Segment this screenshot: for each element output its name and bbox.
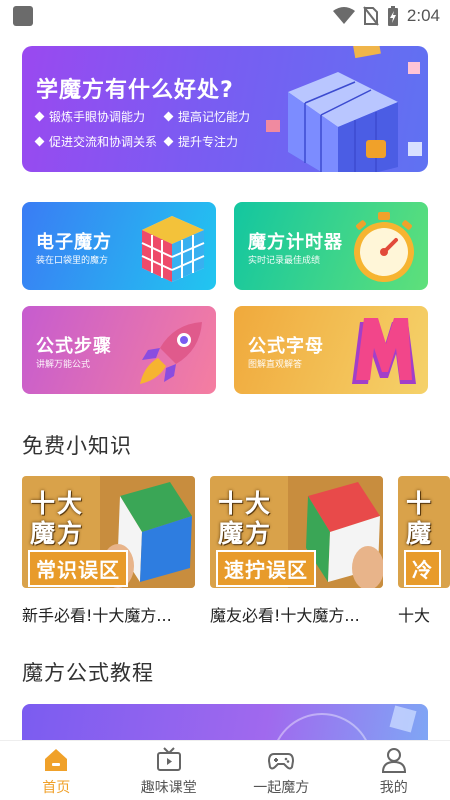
banner-point: 促进交流和协调关系 (34, 133, 158, 150)
tv-icon (156, 747, 181, 771)
thumbnail-strip: 冷 (404, 550, 441, 587)
banner-title: 学魔方有什么好处? (36, 78, 234, 103)
status-bar: 2:04 (0, 0, 450, 32)
feature-card-timer[interactable]: 魔方计时器 实时记录最佳成绩 (234, 202, 428, 290)
video-caption[interactable]: 新手必看!十大魔方... (22, 602, 197, 626)
benefits-banner[interactable]: 学魔方有什么好处? 锻炼手眼协调能力 提高记忆能力 促进交流和协调关系 提升专注… (22, 46, 428, 172)
feature-card-electronic-cube[interactable]: 电子魔方 装在口袋里的魔方 (22, 202, 216, 290)
section-title-tutorial: 魔方公式教程 (22, 661, 154, 685)
card-subtitle: 实时记录最佳成绩 (248, 256, 321, 266)
tutorial-banner[interactable] (22, 704, 428, 744)
notification-icon (13, 6, 33, 26)
thumbnail-text: 魔 (406, 519, 434, 548)
user-icon (381, 748, 406, 773)
gamepad-icon (268, 753, 295, 770)
nav-item-fun-class[interactable]: 趣味课堂 (113, 741, 226, 800)
card-title: 公式字母 (248, 336, 324, 357)
stopwatch-icon (354, 212, 414, 282)
banner-point-text: 提升专注力 (178, 135, 239, 149)
thumbnail-text: 魔方 (30, 519, 85, 548)
nav-item-together[interactable]: 一起魔方 (225, 741, 338, 800)
card-title: 魔方计时器 (248, 232, 343, 253)
card-title: 公式步骤 (36, 336, 112, 357)
video-caption[interactable]: 十大 (398, 602, 450, 626)
feature-card-formula-letters[interactable]: 公式字母 图解直观解答 (234, 306, 428, 394)
video-card[interactable]: 十大 魔方 常识误区 (22, 476, 195, 588)
thumbnail-strip: 速拧误区 (216, 550, 316, 587)
nav-label: 首页 (42, 780, 71, 796)
rubiks-cube-icon (141, 216, 205, 282)
banner-point: 锻炼手眼协调能力 (34, 108, 157, 125)
video-card[interactable]: 十大 魔方 速拧误区 (210, 476, 383, 588)
nav-label: 我的 (379, 780, 408, 796)
banner-point-text: 提高记忆能力 (178, 110, 251, 124)
bottom-nav: 首页 趣味课堂 一起魔方 我的 (0, 740, 450, 800)
status-time: 2:04 (406, 6, 440, 25)
diamond-bullet-icon (34, 136, 45, 147)
home-icon (45, 749, 68, 771)
nav-item-mine[interactable]: 我的 (338, 741, 450, 800)
rocket-icon (140, 322, 202, 384)
nav-label: 一起魔方 (253, 780, 310, 796)
banner-point-text: 促进交流和协调关系 (49, 135, 158, 149)
status-right: 2:04 (332, 4, 440, 28)
card-title: 电子魔方 (36, 232, 112, 253)
video-caption[interactable]: 魔友必看!十大魔方... (210, 602, 385, 626)
thumbnail-text: 魔方 (218, 519, 273, 548)
battery-charging-icon (387, 6, 398, 26)
banner-point-text: 锻炼手眼协调能力 (49, 110, 146, 124)
letter-m-icon (352, 318, 416, 384)
thumbnail-strip: 常识误区 (28, 550, 128, 587)
feature-card-formula-steps[interactable]: 公式步骤 讲解万能公式 (22, 306, 216, 394)
diamond-bullet-icon (34, 111, 45, 122)
nav-item-home[interactable]: 首页 (0, 741, 113, 800)
diamond-bullet-icon (163, 111, 174, 122)
card-subtitle: 图解直观解答 (248, 360, 303, 370)
video-card[interactable]: 十 魔 冷 (398, 476, 450, 588)
tutorial-banner-art-icon (275, 705, 417, 744)
nav-label: 趣味课堂 (140, 780, 197, 796)
banner-points: 锻炼手眼协调能力 提高记忆能力 促进交流和协调关系 提升专注力 (34, 108, 286, 150)
wifi-icon (332, 7, 355, 24)
diamond-bullet-icon (163, 136, 174, 147)
card-subtitle: 讲解万能公式 (36, 360, 91, 370)
cube-illustration-icon (266, 46, 422, 172)
section-title-knowledge: 免费小知识 (22, 434, 132, 458)
no-sim-icon (363, 6, 379, 26)
card-subtitle: 装在口袋里的魔方 (36, 256, 109, 266)
